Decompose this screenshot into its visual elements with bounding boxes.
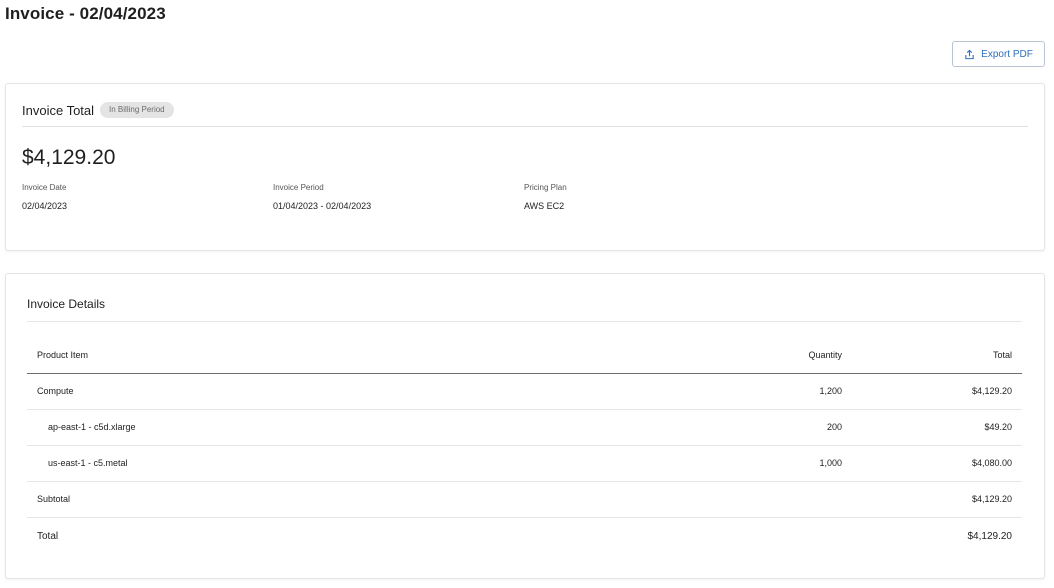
invoice-total-title: Invoice Total bbox=[22, 102, 95, 118]
subtotal-label: Subtotal bbox=[27, 481, 677, 518]
divider bbox=[22, 126, 1028, 127]
column-header-product: Product Item bbox=[27, 337, 677, 374]
invoice-items-table: Product Item Quantity Total Compute 1,20… bbox=[27, 337, 1022, 555]
export-pdf-button[interactable]: Export PDF bbox=[952, 41, 1045, 67]
pricing-plan-label: Pricing Plan bbox=[524, 183, 567, 192]
invoice-date-label: Invoice Date bbox=[22, 183, 67, 192]
status-badge: In Billing Period bbox=[100, 102, 174, 118]
invoice-details-card: Invoice Details Product Item Quantity To… bbox=[5, 273, 1045, 579]
quantity-cell: 1,000 bbox=[677, 445, 852, 482]
subtotal-row: Subtotal $4,129.20 bbox=[27, 481, 1022, 518]
product-cell: ap-east-1 - c5d.xlarge bbox=[27, 409, 677, 446]
empty-cell bbox=[677, 517, 852, 555]
subtotal-value: $4,129.20 bbox=[852, 481, 1022, 518]
invoice-amount: $4,129.20 bbox=[22, 146, 116, 169]
table-row: ap-east-1 - c5d.xlarge 200 $49.20 bbox=[27, 409, 1022, 446]
divider bbox=[27, 321, 1022, 322]
total-label: Total bbox=[37, 530, 59, 542]
column-header-quantity: Quantity bbox=[677, 337, 852, 374]
invoice-date-field: Invoice Date 02/04/2023 bbox=[22, 183, 67, 211]
invoice-total-header: Invoice Total In Billing Period bbox=[22, 102, 174, 118]
page-title: Invoice - 02/04/2023 bbox=[5, 4, 166, 23]
pricing-plan-value: AWS EC2 bbox=[524, 201, 565, 211]
empty-cell bbox=[677, 481, 852, 518]
table-row[interactable]: Compute 1,200 $4,129.20 bbox=[27, 373, 1022, 410]
export-pdf-label: Export PDF bbox=[981, 48, 1033, 60]
total-cell: $49.20 bbox=[852, 409, 1022, 446]
invoice-period-label: Invoice Period bbox=[273, 183, 324, 192]
product-link-compute[interactable]: Compute bbox=[27, 373, 677, 410]
total-value: $4,129.20 bbox=[967, 530, 1013, 542]
total-cell: $4,080.00 bbox=[852, 445, 1022, 482]
invoice-date-value: 02/04/2023 bbox=[22, 201, 68, 211]
column-header-total: Total bbox=[852, 337, 1022, 374]
invoice-total-card: Invoice Total In Billing Period $4,129.2… bbox=[5, 83, 1045, 251]
quantity-cell: 200 bbox=[677, 409, 852, 446]
pricing-plan-field: Pricing Plan AWS EC2 bbox=[524, 183, 567, 211]
invoice-details-title: Invoice Details bbox=[27, 297, 106, 311]
total-cell: $4,129.20 bbox=[852, 373, 1022, 410]
table-row: us-east-1 - c5.metal 1,000 $4,080.00 bbox=[27, 445, 1022, 482]
invoice-period-field: Invoice Period 01/04/2023 - 02/04/2023 bbox=[273, 183, 371, 211]
table-header-row: Product Item Quantity Total bbox=[27, 337, 1022, 374]
quantity-cell: 1,200 bbox=[677, 373, 852, 410]
product-cell: us-east-1 - c5.metal bbox=[27, 445, 677, 482]
total-row: Total $4,129.20 bbox=[27, 517, 1022, 555]
invoice-period-value: 01/04/2023 - 02/04/2023 bbox=[273, 201, 372, 211]
upload-icon bbox=[964, 49, 975, 60]
